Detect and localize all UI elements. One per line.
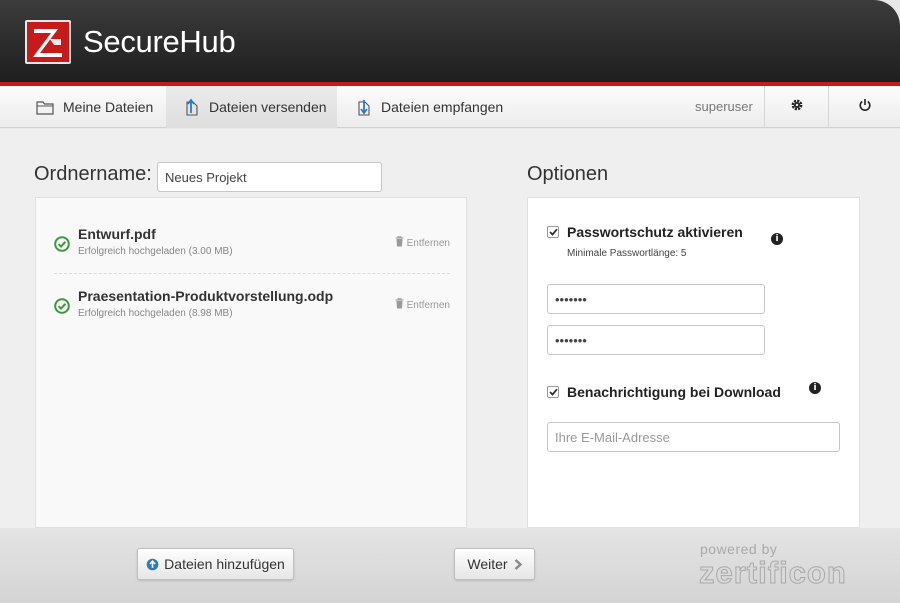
checkmark-icon	[548, 383, 558, 401]
file-divider	[54, 273, 450, 274]
trash-icon	[395, 298, 407, 312]
trash-icon	[395, 236, 407, 250]
next-button[interactable]: Weiter	[454, 548, 535, 580]
remove-label: Entfernen	[406, 299, 450, 311]
folder-icon	[36, 100, 54, 115]
z-logo-icon	[33, 29, 62, 57]
password-confirm-input[interactable]	[547, 325, 765, 355]
options-panel: Passwortschutz aktivieren i Minimale Pas…	[527, 197, 860, 528]
email-input[interactable]	[547, 422, 840, 452]
add-files-button[interactable]: Dateien hinzufügen	[137, 548, 294, 580]
logout-button[interactable]	[828, 86, 900, 128]
file-name: Praesentation-Produktvorstellung.odp	[78, 288, 334, 304]
tab-label: Dateien empfangen	[381, 99, 504, 115]
app-logo	[25, 20, 71, 64]
file-list-panel: Entwurf.pdf Erfolgreich hochgeladen (3.0…	[35, 197, 467, 528]
password-input[interactable]	[547, 284, 765, 314]
file-name: Entwurf.pdf	[78, 226, 156, 242]
file-status: Erfolgreich hochgeladen (3.00 MB)	[78, 246, 233, 257]
tab-dateien-versenden[interactable]: Dateien versenden	[166, 86, 337, 128]
download-notification-label: Benachrichtigung bei Download	[567, 384, 781, 400]
remove-file-button[interactable]: Entfernen	[395, 236, 450, 250]
password-length-hint: Minimale Passwortlänge: 5	[567, 248, 687, 259]
remove-file-button[interactable]: Entfernen	[395, 298, 450, 312]
gear-icon	[790, 98, 804, 117]
chevron-right-icon	[514, 558, 522, 570]
password-protection-checkbox[interactable]	[547, 226, 559, 238]
file-status: Erfolgreich hochgeladen (8.98 MB)	[78, 308, 233, 319]
power-icon	[858, 98, 872, 117]
app-title: SecureHub	[83, 24, 236, 59]
check-circle-icon	[54, 236, 70, 257]
options-title: Optionen	[527, 163, 609, 185]
upload-circle-icon	[146, 558, 159, 571]
info-icon[interactable]: i	[809, 382, 821, 394]
main-nav: Meine Dateien Dateien versenden Dateien …	[0, 86, 900, 128]
download-file-icon	[356, 98, 372, 116]
tab-meine-dateien[interactable]: Meine Dateien	[22, 86, 167, 128]
vendor-logo: zertificon	[699, 555, 847, 591]
tab-label: Dateien versenden	[209, 99, 327, 115]
check-circle-icon	[54, 298, 70, 319]
next-label: Weiter	[467, 556, 508, 572]
folder-name-label: Ordnername:	[34, 163, 152, 185]
current-user[interactable]: superuser	[695, 86, 753, 128]
tab-dateien-empfangen[interactable]: Dateien empfangen	[338, 86, 517, 128]
add-files-label: Dateien hinzufügen	[164, 556, 285, 572]
remove-label: Entfernen	[406, 237, 450, 249]
checkmark-icon	[548, 223, 558, 241]
info-icon[interactable]: i	[771, 233, 783, 245]
download-notification-checkbox[interactable]	[547, 386, 559, 398]
password-protection-label: Passwortschutz aktivieren	[567, 224, 743, 240]
app-header: SecureHub	[0, 0, 900, 82]
upload-file-icon	[184, 98, 200, 116]
folder-name-input[interactable]	[157, 162, 382, 192]
tab-label: Meine Dateien	[63, 99, 154, 115]
settings-button[interactable]	[764, 86, 828, 128]
